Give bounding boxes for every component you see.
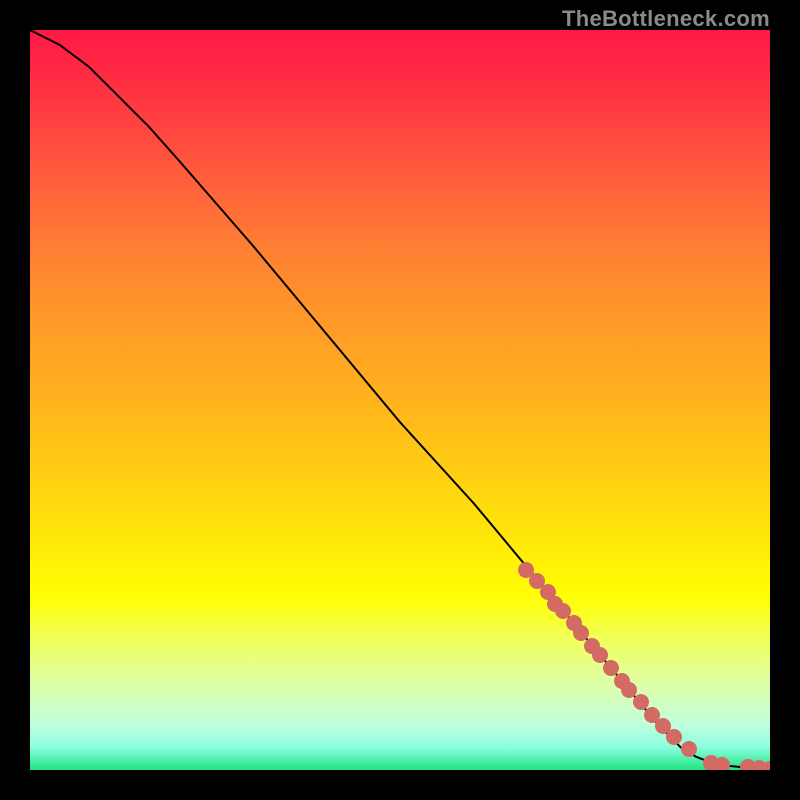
chart-container: TheBottleneck.com <box>0 0 800 800</box>
data-point <box>714 757 730 770</box>
data-point <box>666 729 682 745</box>
data-point <box>681 741 697 757</box>
watermark-text: TheBottleneck.com <box>562 6 770 32</box>
bottleneck-curve <box>30 30 770 769</box>
plot-area <box>30 30 770 770</box>
curve-layer <box>30 30 770 770</box>
data-point <box>633 694 649 710</box>
